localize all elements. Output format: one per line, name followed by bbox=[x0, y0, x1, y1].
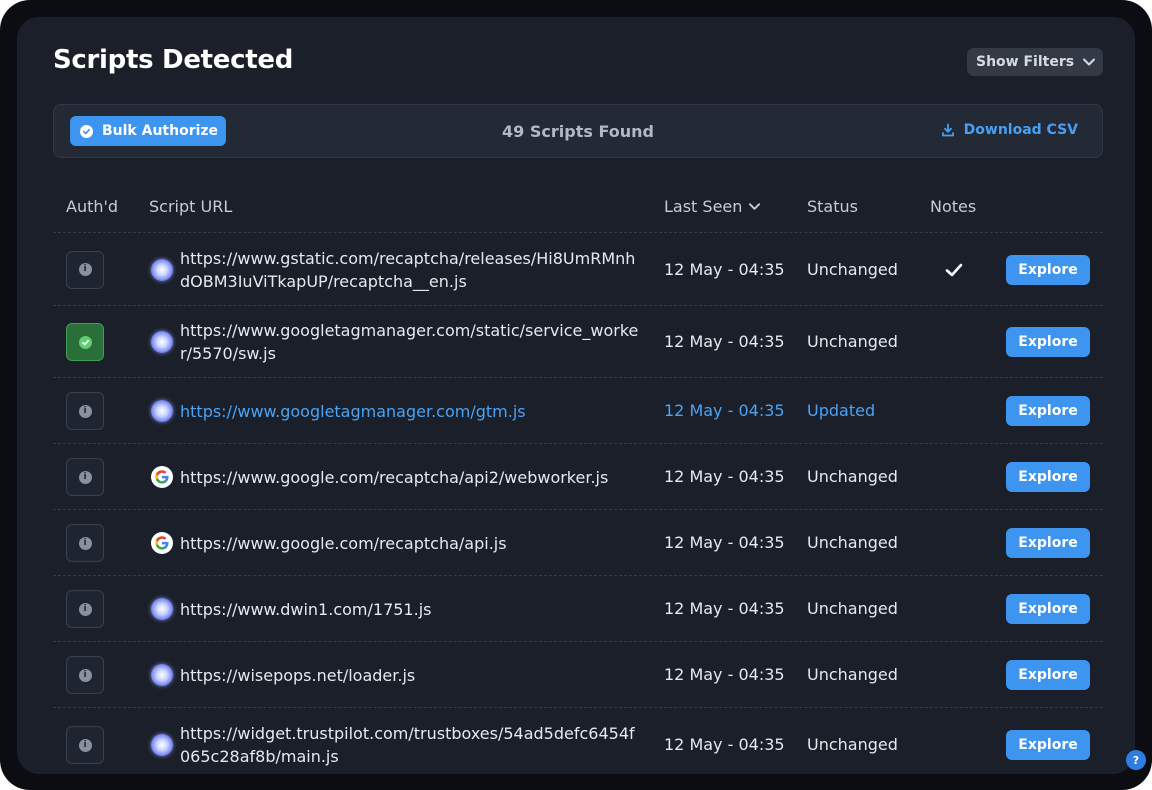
google-icon bbox=[151, 532, 173, 554]
scripts-panel: Scripts Detected Show Filters Bulk Autho… bbox=[17, 17, 1135, 774]
info-icon: i bbox=[78, 668, 92, 682]
authorize-toggle[interactable]: i bbox=[66, 656, 104, 694]
bulk-authorize-button[interactable]: Bulk Authorize bbox=[70, 116, 226, 146]
last-seen: 12 May - 04:35 bbox=[664, 533, 785, 552]
download-csv-link[interactable]: Download CSV bbox=[941, 122, 1078, 138]
chevron-down-icon bbox=[1083, 58, 1096, 66]
status-text: Unchanged bbox=[807, 259, 898, 279]
last-seen: 12 May - 04:35 bbox=[664, 332, 785, 351]
status-text: Unchanged bbox=[807, 735, 898, 754]
download-icon bbox=[941, 123, 954, 137]
check-circle-icon bbox=[80, 124, 93, 138]
authorize-toggle[interactable]: i bbox=[66, 524, 104, 562]
script-url: https://www.dwin1.com/1751.js bbox=[180, 599, 432, 619]
authorize-toggle[interactable]: i bbox=[66, 392, 104, 430]
last-seen: 12 May - 04:35 bbox=[664, 401, 785, 420]
column-header-last-seen[interactable]: Last Seen bbox=[664, 197, 761, 216]
google-icon bbox=[151, 466, 173, 488]
column-header-auth: Auth'd bbox=[66, 197, 119, 216]
info-icon: i bbox=[78, 404, 92, 418]
scripts-toolbar: Bulk Authorize 49 Scripts Found Download… bbox=[53, 104, 1103, 158]
table-row: i https://widget.trustpilot.com/trustboxe… bbox=[53, 707, 1103, 774]
last-seen: 12 May - 04:35 bbox=[664, 735, 785, 754]
globe-icon bbox=[151, 598, 173, 620]
authorize-toggle[interactable]: i bbox=[66, 590, 104, 628]
info-icon: i bbox=[78, 738, 92, 752]
status-text: Unchanged bbox=[807, 599, 898, 618]
bulk-authorize-label: Bulk Authorize bbox=[102, 123, 219, 139]
last-seen: 12 May - 04:35 bbox=[664, 599, 785, 618]
explore-button[interactable]: Explore bbox=[1006, 327, 1090, 357]
status-text: Unchanged bbox=[807, 533, 898, 552]
info-icon: i bbox=[78, 263, 92, 276]
globe-icon bbox=[151, 664, 173, 686]
column-header-script-url: Script URL bbox=[149, 197, 233, 216]
status-text: Unchanged bbox=[807, 665, 898, 684]
table-row: https://www.googletagmanager.com/static/… bbox=[53, 305, 1103, 377]
table-row: i https://www.dwin1.com/1751.js 12 May - 0… bbox=[53, 575, 1103, 641]
status-text: Unchanged bbox=[807, 467, 898, 486]
explore-button[interactable]: Explore bbox=[1006, 730, 1090, 760]
download-csv-label: Download CSV bbox=[963, 122, 1078, 138]
table-row: i https://www.gstatic.com/recaptcha/relea… bbox=[53, 232, 1103, 305]
help-chat-icon[interactable]: ? bbox=[1126, 750, 1146, 770]
authorize-toggle[interactable]: i bbox=[66, 250, 104, 289]
info-icon: i bbox=[78, 602, 92, 616]
info-icon: i bbox=[78, 470, 92, 484]
authorize-toggle[interactable] bbox=[66, 323, 104, 361]
table-row: i https://www.google.com/recaptcha/api.js… bbox=[53, 509, 1103, 575]
show-filters-button[interactable]: Show Filters bbox=[967, 48, 1103, 76]
table-header: Auth'd Script URL Last Seen Status Notes bbox=[53, 197, 1103, 217]
explore-button[interactable]: Explore bbox=[1006, 660, 1090, 690]
script-url: https://www.gstatic.com/recaptcha/releas… bbox=[180, 248, 636, 291]
globe-icon bbox=[151, 331, 173, 353]
globe-icon bbox=[151, 400, 173, 422]
explore-button[interactable]: Explore bbox=[1006, 462, 1090, 492]
script-url: https://wisepops.net/loader.js bbox=[180, 665, 416, 685]
column-header-last-seen-label: Last Seen bbox=[664, 197, 743, 216]
script-url: https://www.google.com/recaptcha/api.js bbox=[180, 533, 507, 553]
app-frame: Scripts Detected Show Filters Bulk Autho… bbox=[0, 0, 1152, 790]
script-url: https://www.google.com/recaptcha/api2/we… bbox=[180, 467, 609, 487]
show-filters-label: Show Filters bbox=[976, 54, 1075, 70]
check-circle-icon bbox=[78, 335, 92, 349]
info-icon: i bbox=[78, 536, 92, 550]
last-seen: 12 May - 04:35 bbox=[664, 467, 785, 486]
table-row: i https://www.googletagmanager.com/gtm.js… bbox=[53, 377, 1103, 443]
script-url[interactable]: https://www.googletagmanager.com/gtm.js bbox=[180, 400, 642, 423]
globe-icon bbox=[151, 734, 173, 756]
chevron-down-icon bbox=[749, 203, 761, 210]
status-text: Unchanged bbox=[807, 332, 898, 351]
explore-button[interactable]: Explore bbox=[1006, 254, 1090, 285]
table-row: i https://www.google.com/recaptcha/api2/w… bbox=[53, 443, 1103, 509]
column-header-status: Status bbox=[807, 197, 858, 216]
check-icon bbox=[945, 263, 963, 276]
globe-icon bbox=[151, 258, 173, 281]
authorize-toggle[interactable]: i bbox=[66, 458, 104, 496]
authorize-toggle[interactable]: i bbox=[66, 726, 104, 764]
explore-button[interactable]: Explore bbox=[1006, 396, 1090, 426]
column-header-notes: Notes bbox=[930, 197, 977, 216]
last-seen: 12 May - 04:35 bbox=[664, 665, 785, 684]
explore-button[interactable]: Explore bbox=[1006, 594, 1090, 624]
page-title: Scripts Detected bbox=[53, 45, 294, 75]
script-url: https://widget.trustpilot.com/trustboxes… bbox=[180, 724, 635, 766]
script-url: https://www.googletagmanager.com/static/… bbox=[180, 321, 639, 363]
explore-button[interactable]: Explore bbox=[1006, 528, 1090, 558]
table-row: i https://wisepops.net/loader.js 12 May - … bbox=[53, 641, 1103, 707]
status-text: Updated bbox=[807, 401, 876, 420]
last-seen: 12 May - 04:35 bbox=[664, 259, 785, 279]
